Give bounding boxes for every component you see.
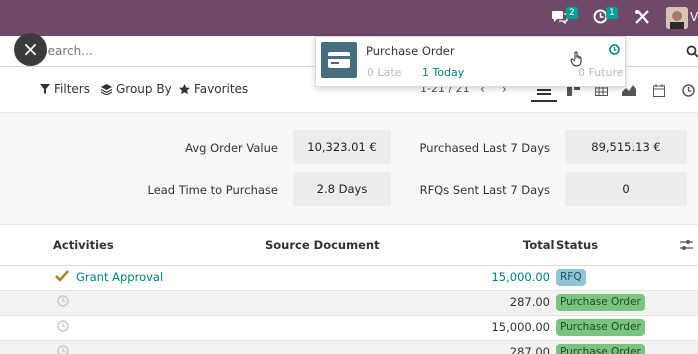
top-navbar: 2 1 V (0, 0, 698, 36)
avg-order-label: Avg Order Value (185, 141, 278, 155)
calendar-view-button[interactable] (648, 80, 670, 100)
purchased-7d-value[interactable]: 89,515.13 € (565, 130, 687, 164)
purchased-7d-label: Purchased Last 7 Days (419, 141, 550, 155)
table-header: Activities Source Document Total Status (0, 230, 698, 266)
rfqs-sent-value[interactable]: 0 (565, 172, 687, 206)
search-icon[interactable] (686, 45, 698, 61)
header-status[interactable]: Status (556, 238, 598, 252)
row-total: 15,000.00 (491, 320, 550, 334)
avg-order-value[interactable]: 10,323.01 € (293, 130, 391, 164)
filter-icon (40, 84, 50, 94)
close-button[interactable]: × (14, 33, 47, 66)
hand-cursor-icon (570, 51, 584, 70)
favorites-button[interactable]: Favorites (179, 82, 248, 96)
group-by-button[interactable]: Group By (101, 82, 172, 96)
messages-badge: 2 (566, 7, 578, 19)
popup-future-count[interactable]: 0 Future (578, 66, 624, 79)
layers-icon (101, 83, 112, 95)
favorites-label: Favorites (194, 82, 249, 96)
calendar-icon (653, 83, 665, 97)
column-settings-icon[interactable] (680, 239, 693, 254)
filters-label: Filters (54, 82, 90, 96)
header-activities[interactable]: Activities (53, 238, 114, 252)
activity-clock-icon[interactable] (57, 345, 69, 354)
activity-clock-icon (681, 83, 695, 97)
star-icon (179, 83, 190, 94)
row-total: 15,000.00 (491, 270, 550, 284)
avatar[interactable] (666, 7, 688, 29)
activity-label[interactable]: Grant Approval (76, 270, 163, 284)
table-row[interactable]: 15,000.00 Purchase Order (0, 316, 698, 341)
popup-clock-icon[interactable] (609, 44, 620, 58)
activity-clock-icon[interactable] (57, 320, 69, 335)
purchase-order-icon (321, 42, 357, 78)
lead-time-label: Lead Time to Purchase (147, 183, 278, 197)
status-badge: Purchase Order (556, 319, 645, 336)
header-total[interactable]: Total (523, 238, 554, 252)
close-icon: × (22, 37, 39, 61)
user-name[interactable]: V (690, 10, 698, 24)
table-row[interactable]: Grant Approval 15,000.00 RFQ (0, 266, 698, 291)
row-total: 287.00 (509, 345, 550, 354)
purchase-dashboard: Avg Order Value 10,323.01 € Purchased La… (0, 112, 698, 225)
status-badge: RFQ (556, 269, 586, 286)
activities-badge: 1 (606, 7, 618, 19)
activity-clock-icon[interactable] (57, 295, 69, 310)
status-badge: Purchase Order (556, 344, 645, 354)
popup-late-count[interactable]: 0 Late (367, 66, 401, 79)
table-row[interactable]: 287.00 Purchase Order (0, 341, 698, 354)
activity-view-button[interactable] (677, 80, 698, 100)
active-view-indicator (531, 100, 557, 102)
search-input[interactable] (40, 44, 320, 58)
header-source-document[interactable]: Source Document (265, 238, 380, 252)
filters-button[interactable]: Filters (40, 82, 90, 96)
tools-icon[interactable] (634, 9, 650, 28)
status-badge: Purchase Order (556, 294, 645, 311)
activity-popup[interactable]: Purchase Order 0 Late 1 Today 0 Future (315, 36, 626, 87)
popup-today-count[interactable]: 1 Today (422, 66, 464, 79)
check-icon[interactable] (55, 270, 69, 285)
table-row[interactable]: 287.00 Purchase Order (0, 291, 698, 316)
popup-title[interactable]: Purchase Order (366, 44, 455, 58)
lead-time-value[interactable]: 2.8 Days (293, 172, 391, 206)
rfqs-sent-label: RFQs Sent Last 7 Days (419, 183, 550, 197)
group-by-label: Group By (116, 82, 172, 96)
row-total: 287.00 (509, 295, 550, 309)
